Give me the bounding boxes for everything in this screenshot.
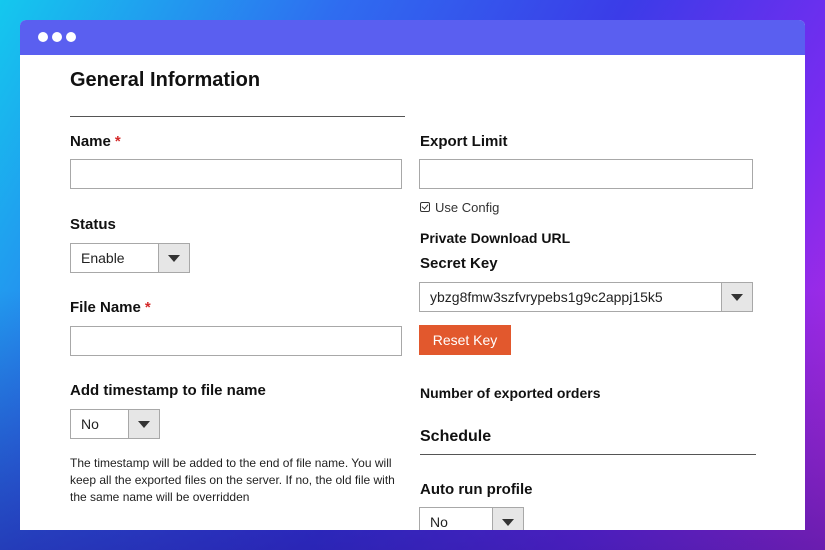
private-download-url-label: Private Download URL — [420, 230, 571, 246]
chevron-down-icon[interactable] — [492, 508, 523, 530]
auto-run-select-value: No — [430, 514, 448, 530]
exported-orders-label: Number of exported orders — [420, 385, 601, 401]
reset-key-button[interactable]: Reset Key — [419, 325, 511, 355]
window-titlebar — [20, 20, 805, 55]
auto-run-select[interactable]: No — [419, 507, 524, 530]
chevron-down-icon[interactable] — [128, 410, 159, 438]
secret-key-select[interactable]: ybzg8fmw3szfvrypebs1g9c2appj15k5 — [419, 282, 753, 312]
use-config-checkbox[interactable] — [420, 202, 430, 212]
auto-run-label: Auto run profile — [420, 481, 533, 498]
status-label: Status — [70, 216, 116, 233]
export-limit-input[interactable] — [419, 159, 753, 189]
required-mark: * — [114, 133, 121, 150]
schedule-title: Schedule — [420, 428, 492, 445]
secret-key-select-value: ybzg8fmw3szfvrypebs1g9c2appj15k5 — [430, 289, 663, 305]
name-label: Name * — [70, 133, 121, 150]
required-mark: * — [144, 299, 151, 316]
section-divider — [70, 116, 405, 117]
file-name-label: File Name * — [70, 299, 151, 316]
name-label-text: Name — [70, 133, 111, 150]
timestamp-select[interactable]: No — [70, 409, 160, 439]
window-dot-icon — [38, 32, 48, 42]
timestamp-label: Add timestamp to file name — [70, 382, 266, 399]
file-name-label-text: File Name — [70, 299, 141, 316]
form-content: General Information Name * Status Enable … — [20, 55, 805, 530]
use-config-label: Use Config — [435, 200, 500, 215]
window-dot-icon — [52, 32, 62, 42]
chevron-down-icon[interactable] — [158, 244, 189, 272]
name-input[interactable] — [70, 159, 402, 189]
export-limit-label: Export Limit — [420, 133, 508, 150]
section-title-general: General Information — [70, 69, 261, 91]
status-select[interactable]: Enable — [70, 243, 190, 273]
timestamp-select-value: No — [81, 416, 99, 432]
status-select-value: Enable — [81, 250, 125, 266]
browser-window: General Information Name * Status Enable … — [20, 20, 805, 530]
timestamp-help-text: The timestamp will be added to the end o… — [70, 456, 395, 504]
secret-key-label: Secret Key — [420, 255, 498, 272]
chevron-down-icon[interactable] — [721, 283, 752, 311]
file-name-input[interactable] — [70, 326, 402, 356]
window-dot-icon — [66, 32, 76, 42]
schedule-divider — [420, 454, 756, 455]
